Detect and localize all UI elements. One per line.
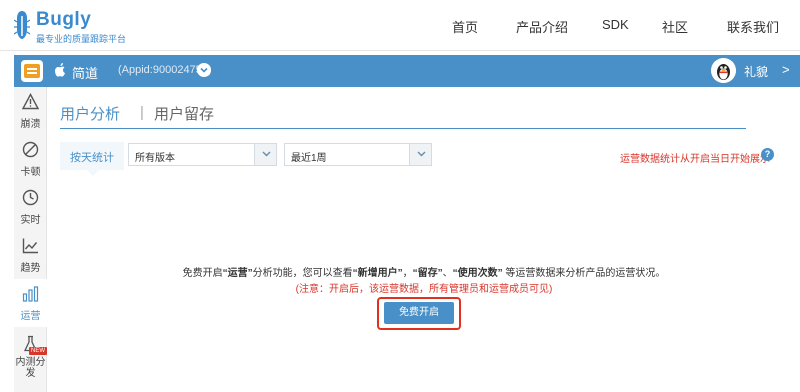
bar-chart-icon	[22, 286, 39, 302]
sidebar-item-beta-distribution[interactable]: NEW 内测分发	[14, 329, 47, 389]
stats-start-notice: 运营数据统计从开启当日开始展示	[620, 154, 770, 165]
warning-icon	[22, 93, 39, 110]
user-avatar[interactable]	[711, 58, 736, 83]
info-text: 分析功能，您可以查看	[252, 268, 353, 279]
top-navigation: Bugly 最专业的质量跟踪平台 首页 产品介绍 SDK 社区 联系我们	[0, 0, 800, 51]
clock-icon	[22, 189, 39, 206]
app-icon-line	[27, 68, 37, 70]
brand-tagline: 最专业的质量跟踪平台	[36, 34, 127, 44]
visibility-warning: (注意：开启后，该运营数据，所有管理员和运营成员可见)	[295, 284, 553, 295]
tab-separator: |	[140, 104, 144, 121]
app-bar: 简道 (Appid:900024757) 礼貌 >	[14, 55, 800, 87]
period-select-button[interactable]	[409, 144, 431, 165]
period-select[interactable]: 最近1周	[284, 143, 432, 166]
app-icon-line	[27, 72, 37, 74]
version-select-value: 所有版本	[135, 153, 175, 164]
bug-logo-icon	[14, 11, 30, 39]
info-keyword: “使用次数”	[452, 268, 503, 279]
info-text: ，	[402, 268, 413, 279]
info-keyword: “留存”	[412, 268, 443, 279]
new-badge: NEW	[29, 347, 47, 355]
sidebar-item-label: 崩溃	[20, 119, 41, 130]
chevron-down-icon	[200, 67, 208, 73]
nav-community[interactable]: 社区	[662, 17, 688, 36]
sidebar-item-lag[interactable]: 卡顿	[14, 135, 47, 183]
main-content: 用户分析 | 用户留存 按天统计 所有版本 最近1周 运营数据统计从开启当日开始…	[48, 87, 800, 392]
chevron-down-icon	[417, 151, 426, 157]
nav-home[interactable]: 首页	[452, 17, 478, 36]
info-text: 免费开启	[182, 268, 223, 279]
info-keyword: “新增用户”	[352, 268, 403, 279]
app-switch-chevron-icon[interactable]	[197, 63, 211, 77]
tab-user-retention[interactable]: 用户留存	[154, 103, 214, 124]
operations-info-text: 免费开启“运营”分析功能，您可以查看“新增用户”，“留存”、“使用次数” 等运营…	[48, 264, 800, 279]
nav-contact[interactable]: 联系我们	[727, 17, 779, 36]
help-icon[interactable]: ?	[761, 148, 774, 161]
app-icon-badge	[24, 64, 40, 78]
nav-product-intro[interactable]: 产品介绍	[516, 17, 568, 36]
chevron-down-icon	[262, 151, 271, 157]
nav-sdk[interactable]: SDK	[602, 17, 629, 32]
version-select[interactable]: 所有版本	[128, 143, 277, 166]
version-select-button[interactable]	[254, 144, 276, 165]
daily-stats-label: 按天统计	[70, 152, 114, 164]
info-text: 等运营数据来分析产品的运营状况。	[502, 268, 666, 279]
period-select-value: 最近1周	[291, 153, 327, 164]
app-icon[interactable]	[21, 60, 43, 82]
penguin-avatar-icon	[711, 58, 736, 83]
filter-pointer	[87, 170, 99, 176]
info-keyword: “运营”	[222, 268, 253, 279]
sidebar-item-label: 内测分发	[15, 357, 46, 379]
daily-stats-toggle[interactable]: 按天统计	[60, 142, 124, 176]
sidebar-item-label: 运营	[20, 311, 41, 322]
analysis-tabs: 用户分析 | 用户留存	[60, 103, 746, 129]
enable-operations-button[interactable]: 免费开启	[384, 302, 454, 324]
sidebar-item-operations[interactable]: 运营	[14, 279, 47, 327]
app-name: 简道	[72, 66, 99, 81]
sidebar-item-trend[interactable]: 趋势	[14, 231, 47, 279]
apple-icon	[55, 63, 65, 77]
sidebar-item-crash[interactable]: 崩溃	[14, 87, 47, 135]
sidebar-item-label: 实时	[20, 215, 41, 226]
user-menu-arrow-icon[interactable]: >	[782, 62, 790, 77]
sidebar-item-realtime[interactable]: 实时	[14, 183, 47, 231]
line-chart-icon	[22, 238, 38, 254]
sidebar-item-label: 趋势	[20, 263, 41, 274]
slash-circle-icon	[22, 141, 39, 158]
tab-user-analysis[interactable]: 用户分析	[60, 103, 120, 124]
user-name[interactable]: 礼貌	[744, 63, 768, 80]
brand-name: Bugly	[36, 9, 92, 30]
sidebar-item-label: 卡顿	[20, 167, 41, 178]
sidebar: 崩溃 卡顿 实时 趋势 运营 NEW 内测分发	[14, 87, 47, 392]
info-text: 、	[442, 268, 453, 279]
